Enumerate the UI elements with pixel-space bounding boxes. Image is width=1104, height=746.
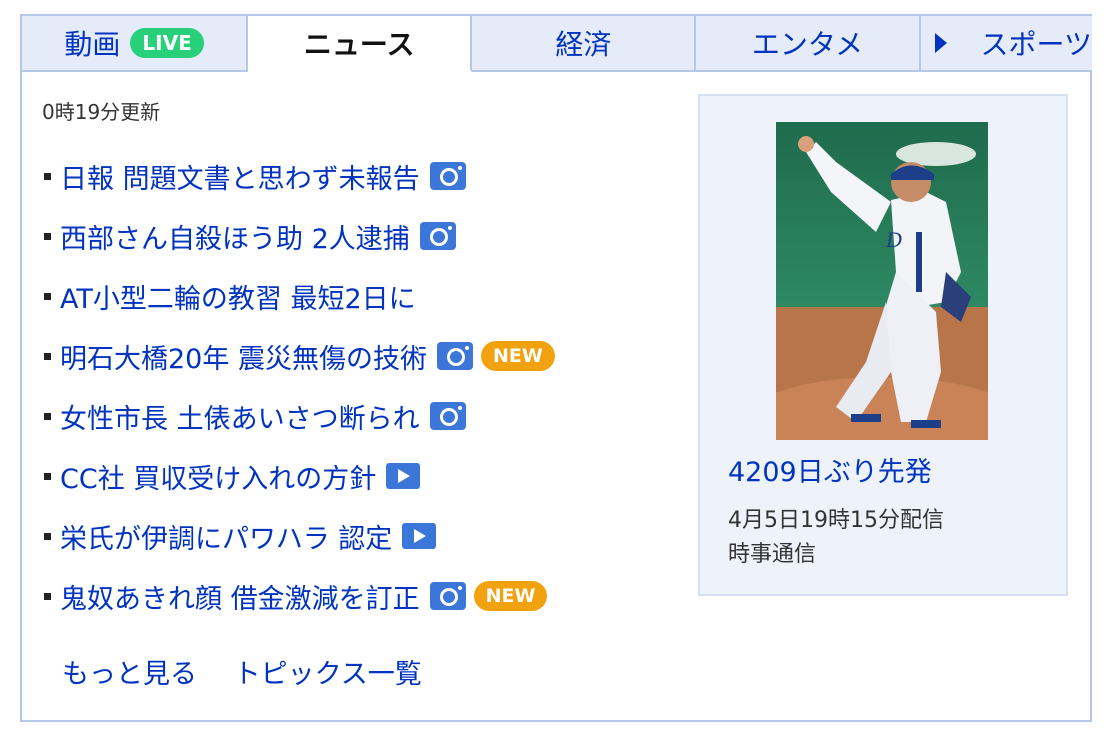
list-item: 明石大橋20年 震災無傷の技術 NEW bbox=[44, 326, 555, 386]
tab-entertainment[interactable]: エンタメ bbox=[696, 16, 921, 72]
camera-icon bbox=[429, 582, 466, 610]
tab-sports[interactable]: スポーツ bbox=[920, 16, 1092, 72]
camera-icon bbox=[419, 222, 456, 250]
tab-video[interactable]: 動画 LIVE bbox=[22, 16, 249, 72]
bullet-icon bbox=[44, 532, 51, 540]
list-item: AT小型二輪の教習 最短2日に bbox=[44, 266, 555, 326]
video-icon bbox=[402, 523, 437, 549]
footer-links: もっと見る トピックス一覧 bbox=[62, 652, 450, 691]
news-link[interactable]: 女性市長 土俵あいさつ断られ bbox=[60, 397, 420, 436]
tab-label: スポーツ bbox=[980, 28, 1092, 61]
updated-time: 0時19分更新 bbox=[42, 100, 161, 124]
tab-economy[interactable]: 経済 bbox=[472, 16, 697, 72]
news-link[interactable]: 西部さん自殺ほう助 2人逮捕 bbox=[60, 217, 410, 256]
tab-label: 動画 bbox=[64, 28, 121, 61]
new-badge: NEW bbox=[473, 581, 548, 611]
feature-source: 時事通信 bbox=[728, 542, 817, 567]
news-list: 日報 問題文書と思わず未報告 西部さん自殺ほう助 2人逮捕 AT小型二輪の教習 … bbox=[44, 146, 555, 626]
list-item: CC社 買収受け入れの方針 bbox=[44, 446, 555, 506]
feature-card[interactable]: D 4209日ぶり先発 4月5日19時15分配信 時事通信 bbox=[698, 94, 1068, 596]
svg-text:D: D bbox=[885, 227, 902, 252]
feature-title[interactable]: 4209日ぶり先発 bbox=[728, 450, 932, 489]
more-link[interactable]: もっと見る bbox=[62, 659, 197, 690]
news-link[interactable]: 明石大橋20年 震災無傷の技術 bbox=[60, 337, 427, 376]
bullet-icon bbox=[44, 172, 51, 180]
bullet-icon bbox=[44, 232, 51, 240]
camera-icon bbox=[429, 402, 466, 430]
topics-panel: 動画 LIVE ニュース 経済 エンタメ スポーツ 0時19分更新 日報 問題文… bbox=[20, 14, 1092, 722]
topics-list-link[interactable]: トピックス一覧 bbox=[234, 659, 422, 690]
list-item: 日報 問題文書と思わず未報告 bbox=[44, 146, 555, 206]
bullet-icon bbox=[44, 592, 51, 600]
bullet-icon bbox=[44, 292, 51, 300]
tab-label: 経済 bbox=[555, 28, 612, 61]
news-link[interactable]: 鬼奴あきれ顔 借金激減を訂正 bbox=[60, 577, 420, 616]
camera-icon bbox=[429, 162, 466, 190]
feature-photo[interactable]: D bbox=[776, 122, 988, 440]
feature-date: 4月5日19時15分配信 bbox=[728, 508, 944, 533]
news-link[interactable]: AT小型二輪の教習 最短2日に bbox=[60, 277, 416, 316]
news-link[interactable]: 日報 問題文書と思わず未報告 bbox=[60, 157, 420, 196]
video-icon bbox=[386, 463, 421, 489]
list-item: 女性市長 土俵あいさつ断られ bbox=[44, 386, 555, 446]
news-link[interactable]: CC社 買収受け入れの方針 bbox=[60, 457, 376, 496]
bullet-icon bbox=[44, 412, 51, 420]
list-item: 栄氏が伊調にパワハラ 認定 bbox=[44, 506, 555, 566]
category-tabs: 動画 LIVE ニュース 経済 エンタメ スポーツ bbox=[22, 16, 1092, 72]
tab-label: ニュース bbox=[303, 28, 415, 61]
news-link[interactable]: 栄氏が伊調にパワハラ 認定 bbox=[60, 517, 392, 556]
camera-icon bbox=[436, 342, 473, 370]
bullet-icon bbox=[44, 352, 51, 360]
live-badge: LIVE bbox=[130, 28, 204, 58]
feature-meta: 4月5日19時15分配信 時事通信 bbox=[728, 504, 944, 572]
tab-news[interactable]: ニュース bbox=[248, 16, 473, 72]
list-item: 西部さん自殺ほう助 2人逮捕 bbox=[44, 206, 555, 266]
bullet-icon bbox=[44, 472, 51, 480]
tab-label: エンタメ bbox=[751, 28, 864, 61]
arrow-right-icon[interactable] bbox=[934, 33, 947, 53]
list-item: 鬼奴あきれ顔 借金激減を訂正 NEW bbox=[44, 566, 555, 626]
new-badge: NEW bbox=[480, 341, 555, 371]
